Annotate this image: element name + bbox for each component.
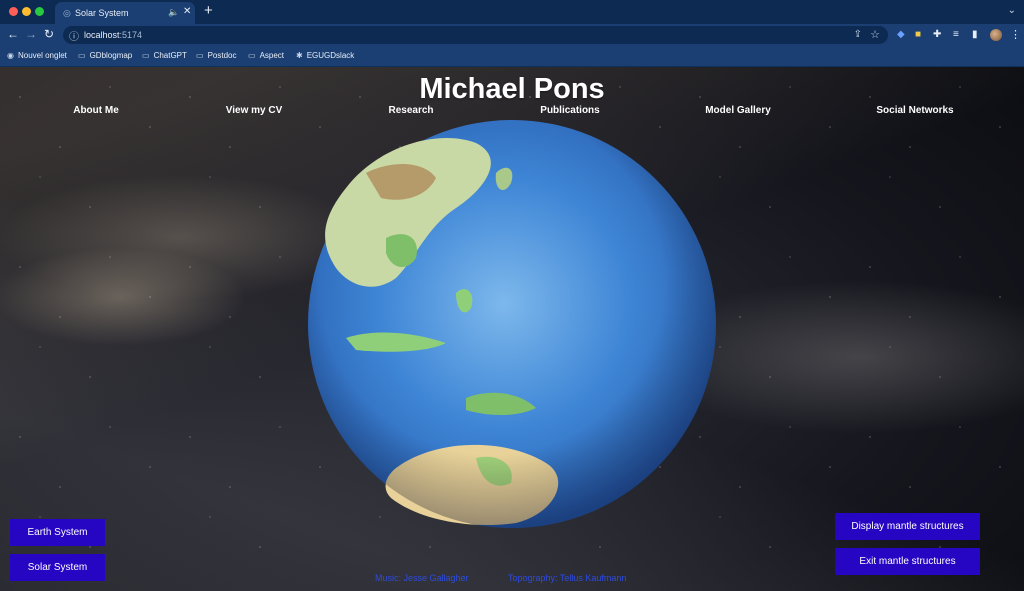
bookmark-item[interactable]: ▭ ChatGPT: [142, 51, 187, 60]
music-credit-link[interactable]: Music: Jesse Gallagher: [375, 573, 469, 583]
bookmark-item[interactable]: ▭ Postdoc: [196, 51, 236, 60]
folder-icon: ▭: [78, 51, 86, 60]
side-panel-icon[interactable]: ▮: [972, 29, 978, 40]
share-icon[interactable]: ⇪: [854, 29, 862, 40]
url-text[interactable]: localhost:5174: [84, 30, 142, 40]
nav-publications[interactable]: Publications: [540, 105, 599, 116]
minimize-window-icon[interactable]: [22, 7, 31, 16]
bookmark-label: Postdoc: [207, 51, 237, 60]
globe-icon: ◉: [7, 51, 14, 60]
bookmark-star-icon[interactable]: ☆: [870, 28, 880, 41]
reading-list-icon[interactable]: ≡: [953, 29, 959, 40]
display-mantle-structures-button[interactable]: Display mantle structures: [835, 513, 980, 540]
url-port: :5174: [119, 30, 143, 40]
more-menu-icon[interactable]: ⋮: [1010, 28, 1021, 41]
nav-research[interactable]: Research: [388, 105, 433, 116]
reload-icon[interactable]: ↻: [44, 27, 54, 41]
bookmark-label: EGUGDslack: [306, 51, 355, 60]
folder-icon: ▭: [248, 51, 256, 60]
info-icon[interactable]: ⓘ: [69, 28, 79, 43]
new-tab-button[interactable]: +: [204, 3, 213, 19]
close-tab-icon[interactable]: ✕: [183, 6, 191, 17]
chevron-down-icon[interactable]: ⌄: [1008, 5, 1016, 16]
earth-system-button[interactable]: Earth System: [10, 519, 105, 546]
bookmark-label: GDblogmap: [89, 51, 133, 60]
globe-icon: ◎: [63, 8, 71, 18]
bookmarks-bar: ◉ Nouvel onglet ▭ GDblogmap ▭ ChatGPT ▭ Post…: [0, 46, 1024, 67]
forward-arrow-icon[interactable]: →: [25, 27, 37, 41]
close-window-icon[interactable]: [9, 7, 18, 16]
speaker-icon[interactable]: 🔈: [168, 7, 179, 18]
extension-shield-icon[interactable]: ◆: [897, 29, 905, 40]
address-bar[interactable]: ⓘ localhost:5174 ⇪ ☆: [63, 26, 888, 44]
slack-icon: ✱: [296, 51, 303, 60]
folder-icon: ▭: [196, 51, 204, 60]
bookmark-label: ChatGPT: [153, 51, 187, 60]
back-arrow-icon[interactable]: ←: [7, 27, 19, 41]
globe-shading: [308, 120, 716, 528]
tab-strip: ◎ Solar System 🔈 ✕ + ⌄: [0, 0, 1024, 24]
earth-globe[interactable]: [306, 118, 718, 530]
browser-tab[interactable]: ◎ Solar System 🔈 ✕: [55, 2, 195, 24]
exit-mantle-structures-button[interactable]: Exit mantle structures: [835, 548, 980, 575]
browser-toolbar: ← → ↻ ⓘ localhost:5174 ⇪ ☆ ◆ ■ ✚ ≡ ▮ ⋮: [0, 24, 1024, 46]
nav-model-gallery[interactable]: Model Gallery: [705, 105, 771, 116]
topography-credit-link[interactable]: Topography: Tellus Kaufmann: [508, 573, 626, 583]
extension-folder-icon[interactable]: ■: [915, 29, 921, 40]
bookmark-label: Aspect: [259, 51, 285, 60]
page-title: Michael Pons: [419, 73, 605, 105]
nav-social-networks[interactable]: Social Networks: [876, 105, 953, 116]
bookmark-item[interactable]: ▭ GDblogmap: [78, 51, 132, 60]
url-host: localhost: [84, 30, 120, 40]
tab-title: Solar System: [75, 8, 129, 18]
bookmark-item[interactable]: ◉ Nouvel onglet: [7, 51, 67, 60]
extensions-puzzle-icon[interactable]: ✚: [933, 29, 941, 40]
maximize-window-icon[interactable]: [35, 7, 44, 16]
solar-system-button[interactable]: Solar System: [10, 554, 105, 581]
nav-view-cv[interactable]: View my CV: [226, 105, 283, 116]
bookmark-item[interactable]: ✱ EGUGDslack: [296, 51, 354, 60]
profile-avatar[interactable]: [990, 29, 1002, 41]
folder-icon: ▭: [142, 51, 150, 60]
bookmark-item[interactable]: ▭ Aspect: [248, 51, 284, 60]
webgl-viewport[interactable]: Michael Pons About Me View my CV Researc…: [0, 67, 1024, 591]
nav-about-me[interactable]: About Me: [73, 105, 119, 116]
bookmark-label: Nouvel onglet: [17, 51, 67, 60]
